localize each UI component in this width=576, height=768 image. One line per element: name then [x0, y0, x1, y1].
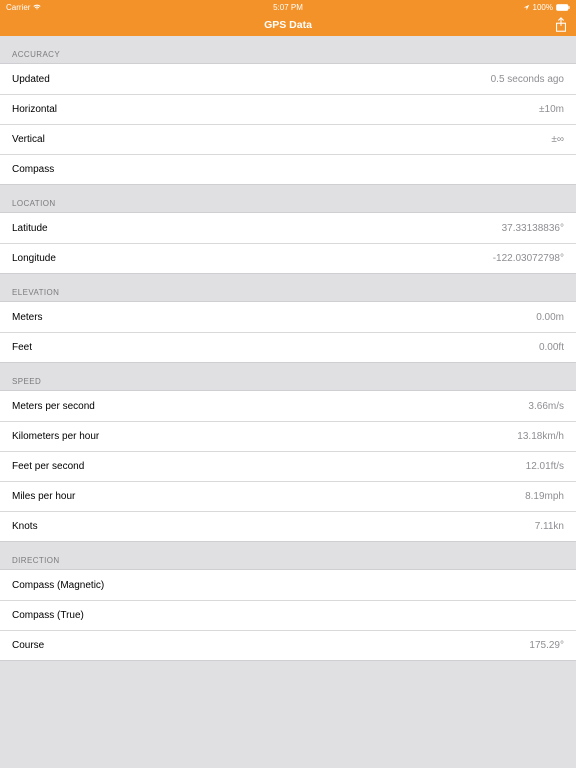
row-label: Horizontal: [12, 104, 57, 115]
location-services-icon: [523, 4, 530, 11]
battery-percent: 100%: [533, 3, 553, 12]
row-label: Miles per hour: [12, 491, 75, 502]
row-updated[interactable]: Updated 0.5 seconds ago: [0, 64, 576, 94]
row-label: Latitude: [12, 223, 48, 234]
battery-icon: [556, 4, 570, 11]
row-mps[interactable]: Meters per second 3.66m/s: [0, 391, 576, 421]
row-compass-accuracy[interactable]: Compass: [0, 154, 576, 184]
row-label: Feet: [12, 342, 32, 353]
row-value: 0.00ft: [539, 342, 564, 353]
nav-bar: GPS Data: [0, 14, 576, 36]
row-kmh[interactable]: Kilometers per hour 13.18km/h: [0, 421, 576, 451]
row-knots[interactable]: Knots 7.11kn: [0, 511, 576, 541]
row-label: Longitude: [12, 253, 56, 264]
row-mph[interactable]: Miles per hour 8.19mph: [0, 481, 576, 511]
row-value: 37.33138836°: [502, 223, 564, 234]
section-elevation: Meters 0.00m Feet 0.00ft: [0, 301, 576, 363]
row-horizontal[interactable]: Horizontal ±10m: [0, 94, 576, 124]
row-label: Knots: [12, 521, 38, 532]
row-vertical[interactable]: Vertical ±∞: [0, 124, 576, 154]
row-value: ±10m: [539, 104, 564, 115]
row-latitude[interactable]: Latitude 37.33138836°: [0, 213, 576, 243]
row-label: Feet per second: [12, 461, 84, 472]
section-header-speed: SPEED: [0, 363, 576, 390]
row-label: Meters per second: [12, 401, 95, 412]
row-value: 3.66m/s: [528, 401, 564, 412]
status-bar: Carrier 5:07 PM 100%: [0, 0, 576, 14]
section-header-direction: DIRECTION: [0, 542, 576, 569]
section-direction: Compass (Magnetic) Compass (True) Course…: [0, 569, 576, 661]
row-value: 0.5 seconds ago: [491, 74, 564, 85]
status-right: 100%: [523, 3, 570, 12]
row-value: 13.18km/h: [517, 431, 564, 442]
row-label: Course: [12, 640, 44, 651]
share-button[interactable]: [554, 17, 568, 33]
row-label: Updated: [12, 74, 50, 85]
wifi-icon: [33, 4, 41, 10]
row-label: Vertical: [12, 134, 45, 145]
section-header-location: LOCATION: [0, 185, 576, 212]
section-accuracy: Updated 0.5 seconds ago Horizontal ±10m …: [0, 63, 576, 185]
row-value: ±∞: [551, 134, 564, 145]
row-value: 175.29°: [529, 640, 564, 651]
row-value: -122.03072798°: [493, 253, 564, 264]
settings-list[interactable]: ACCURACY Updated 0.5 seconds ago Horizon…: [0, 36, 576, 661]
page-title: GPS Data: [264, 19, 312, 31]
row-value: 0.00m: [536, 312, 564, 323]
row-label: Compass: [12, 164, 54, 175]
row-value: 7.11kn: [535, 521, 564, 532]
section-speed: Meters per second 3.66m/s Kilometers per…: [0, 390, 576, 542]
row-label: Meters: [12, 312, 43, 323]
row-fps[interactable]: Feet per second 12.01ft/s: [0, 451, 576, 481]
row-course[interactable]: Course 175.29°: [0, 630, 576, 660]
carrier-label: Carrier: [6, 3, 30, 12]
section-header-accuracy: ACCURACY: [0, 36, 576, 63]
status-time: 5:07 PM: [273, 3, 303, 12]
row-longitude[interactable]: Longitude -122.03072798°: [0, 243, 576, 273]
row-compass-true[interactable]: Compass (True): [0, 600, 576, 630]
section-header-elevation: ELEVATION: [0, 274, 576, 301]
section-location: Latitude 37.33138836° Longitude -122.030…: [0, 212, 576, 274]
row-value: 12.01ft/s: [526, 461, 564, 472]
row-value: 8.19mph: [525, 491, 564, 502]
row-meters[interactable]: Meters 0.00m: [0, 302, 576, 332]
row-label: Kilometers per hour: [12, 431, 99, 442]
row-label: Compass (Magnetic): [12, 580, 104, 591]
status-left: Carrier: [6, 3, 41, 12]
row-feet[interactable]: Feet 0.00ft: [0, 332, 576, 362]
row-compass-magnetic[interactable]: Compass (Magnetic): [0, 570, 576, 600]
row-label: Compass (True): [12, 610, 84, 621]
